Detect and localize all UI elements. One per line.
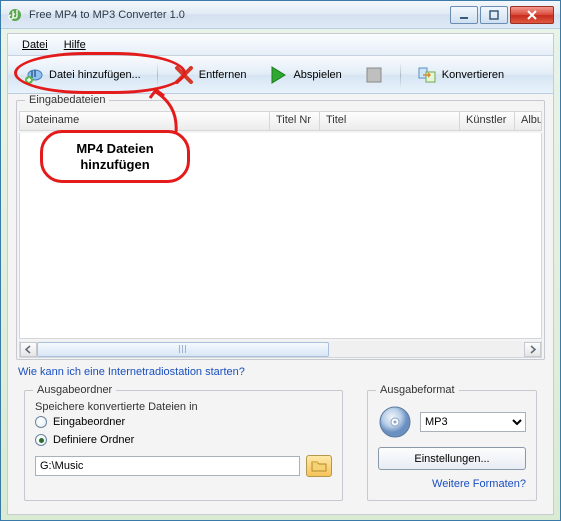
output-format-legend: Ausgabeformat (376, 384, 459, 396)
format-select[interactable]: MP3 (420, 412, 526, 432)
toolbar-separator (157, 62, 158, 88)
more-formats-link[interactable]: Weitere Formaten? (432, 478, 526, 490)
browse-folder-button[interactable] (306, 455, 332, 477)
scroll-right-button[interactable] (524, 342, 541, 357)
radio-input-folder[interactable] (35, 416, 47, 428)
output-folder-group: Ausgabeordner Speichere konvertierte Dat… (24, 390, 343, 501)
col-trackno[interactable]: Titel Nr (270, 112, 320, 130)
play-label: Abspielen (293, 69, 341, 81)
folder-icon (311, 459, 327, 473)
col-artist[interactable]: Künstler (460, 112, 515, 130)
toolbar: Datei hinzufügen... Entfernen Abspielen … (8, 56, 553, 94)
output-folder-legend: Ausgabeordner (33, 384, 116, 396)
input-files-group: Eingabedateien Dateiname Titel Nr Titel … (16, 100, 545, 360)
play-button[interactable]: Abspielen (260, 61, 349, 89)
convert-label: Konvertieren (442, 69, 504, 81)
output-format-group: Ausgabeformat MP3 Einstellungen... Weite… (367, 390, 537, 501)
app-icon (7, 7, 23, 23)
scroll-track[interactable] (37, 342, 524, 357)
radio-input-folder-label: Eingabeordner (53, 416, 125, 428)
minimize-button[interactable] (450, 6, 478, 24)
window-title: Free MP4 to MP3 Converter 1.0 (29, 9, 448, 21)
bottom-panels: Ausgabeordner Speichere konvertierte Dat… (8, 384, 553, 507)
col-album[interactable]: Albu (515, 112, 541, 130)
menubar: Datei Hilfe (8, 34, 553, 56)
radio-input-folder-row[interactable]: Eingabeordner (25, 413, 342, 431)
scroll-left-button[interactable] (20, 342, 37, 357)
radio-link-row: Wie kann ich eine Internetradiostation s… (18, 366, 543, 378)
col-filename[interactable]: Dateiname (20, 112, 270, 130)
file-list-scrollbar[interactable] (19, 341, 542, 358)
add-file-button[interactable]: Datei hinzufügen... (16, 61, 149, 89)
app-window: Free MP4 to MP3 Converter 1.0 Datei Hilf… (0, 0, 561, 521)
remove-icon (174, 65, 194, 85)
scroll-thumb[interactable] (37, 342, 329, 357)
window-controls (448, 6, 554, 24)
toolbar-separator (400, 62, 401, 88)
add-file-icon (24, 65, 44, 85)
convert-button[interactable]: Konvertieren (409, 61, 512, 89)
cd-icon (378, 405, 412, 439)
menu-file[interactable]: Datei (14, 37, 56, 53)
input-files-legend: Eingabedateien (25, 94, 109, 106)
internet-radio-link[interactable]: Wie kann ich eine Internetradiostation s… (18, 366, 245, 378)
remove-button[interactable]: Entfernen (166, 61, 255, 89)
add-file-label: Datei hinzufügen... (49, 69, 141, 81)
file-list-header: Dateiname Titel Nr Titel Künstler Albu (19, 111, 542, 131)
col-title[interactable]: Titel (320, 112, 460, 130)
client-area: Datei Hilfe Datei hinzufügen... Entferne… (7, 33, 554, 515)
maximize-button[interactable] (480, 6, 508, 24)
remove-label: Entfernen (199, 69, 247, 81)
convert-icon (417, 65, 437, 85)
settings-button[interactable]: Einstellungen... (378, 447, 526, 470)
close-button[interactable] (510, 6, 554, 24)
save-label: Speichere konvertierte Dateien in (25, 399, 342, 413)
file-list-body[interactable] (19, 133, 542, 339)
output-path-input[interactable] (35, 456, 300, 476)
menu-help[interactable]: Hilfe (56, 37, 94, 53)
radio-define-folder-label: Definiere Ordner (53, 434, 134, 446)
stop-button[interactable] (356, 61, 392, 89)
play-icon (268, 65, 288, 85)
titlebar: Free MP4 to MP3 Converter 1.0 (1, 1, 560, 29)
radio-define-folder[interactable] (35, 434, 47, 446)
radio-define-folder-row[interactable]: Definiere Ordner (25, 431, 342, 449)
stop-icon (364, 65, 384, 85)
